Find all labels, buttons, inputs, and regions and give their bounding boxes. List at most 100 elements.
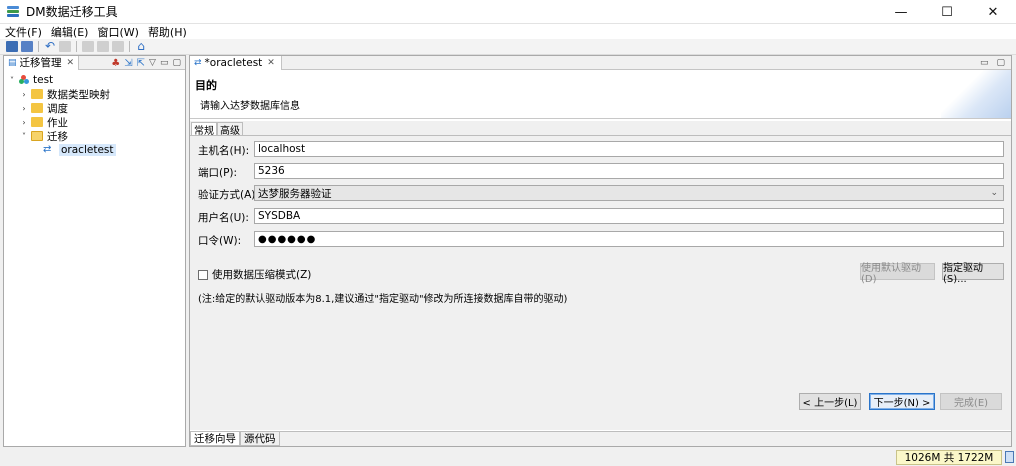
tree-item-label: 调度	[47, 102, 68, 115]
tree-item-label: 迁移	[47, 130, 68, 143]
view-toolbar: ♣ ⇲ ⇱ ▽ ▭ ▢	[111, 56, 181, 70]
undo-icon[interactable]: ↶	[44, 40, 56, 52]
tab-label: *oracletest	[204, 56, 263, 69]
compress-mode-checkbox[interactable]	[198, 269, 208, 280]
host-input[interactable]: localhost	[254, 141, 1004, 157]
migration-editor: ⇄ *oracletest ✕ ▭ ▢ 目的 请输入达梦数据库信息 常规 高级 …	[189, 55, 1012, 447]
window-title: DM数据迁移工具	[26, 5, 118, 19]
wizard-banner-image	[941, 70, 1011, 118]
migration-job-icon: ⇄	[194, 57, 202, 68]
compress-mode-label: 使用数据压缩模式(Z)	[212, 269, 312, 281]
app-icon	[6, 5, 20, 19]
redo-icon[interactable]	[59, 41, 71, 52]
tree-item-label: test	[33, 74, 54, 86]
driver-note: (注:给定的默认驱动版本为8.1,建议通过"指定驱动"修改为所连接数据库自带的驱…	[198, 294, 568, 305]
tree-item-job[interactable]: › 作业	[4, 115, 185, 129]
chevron-down-icon[interactable]: ˅	[19, 132, 29, 141]
back-button[interactable]: < 上一步(L)	[799, 393, 861, 410]
tab-migration-management[interactable]: ▤ 迁移管理 ✕	[4, 55, 80, 70]
title-bar: DM数据迁移工具 — ☐ ✕	[0, 0, 1016, 24]
cut-icon[interactable]	[82, 41, 94, 52]
folder-icon	[31, 89, 43, 99]
chevron-down-icon: ⌄	[990, 188, 998, 198]
tree-item-label: 作业	[47, 116, 68, 129]
auth-select[interactable]: 达梦服务器验证 ⌄	[254, 185, 1004, 201]
username-label: 用户名(U):	[198, 212, 249, 224]
save-all-icon[interactable]	[21, 41, 33, 52]
tree-view-icon: ▤	[8, 57, 17, 68]
migration-management-view: ▤ 迁移管理 ✕ ♣ ⇲ ⇱ ▽ ▭ ▢ ˅ test › 数据类型映射 › 调…	[3, 55, 186, 447]
tab-migration-wizard[interactable]: 迁移向导	[190, 432, 240, 446]
chevron-right-icon[interactable]: ›	[19, 118, 29, 127]
tab-oracletest[interactable]: ⇄ *oracletest ✕	[190, 55, 282, 70]
chevron-right-icon[interactable]: ›	[19, 104, 29, 113]
auth-select-value: 达梦服务器验证	[258, 187, 332, 200]
menu-window[interactable]: 窗口(W)	[92, 24, 142, 40]
minimize-view-icon[interactable]: ▭	[160, 58, 169, 68]
new-project-icon[interactable]: ♣	[111, 58, 120, 69]
trash-icon[interactable]	[1005, 451, 1014, 463]
password-label: 口令(W):	[198, 235, 242, 247]
wizard-description: 请输入达梦数据库信息	[200, 101, 300, 112]
tree-item-label: 数据类型映射	[47, 88, 110, 101]
tree-item-oracletest[interactable]: ⇄ oracletest	[4, 143, 185, 157]
compress-mode-checkbox-row[interactable]: 使用数据压缩模式(Z)	[198, 267, 311, 282]
copy-icon[interactable]	[97, 41, 109, 52]
maximize-button[interactable]: ☐	[924, 0, 970, 24]
toolbar-separator	[76, 41, 77, 52]
paste-icon[interactable]	[112, 41, 124, 52]
chevron-down-icon[interactable]: ˅	[7, 76, 17, 85]
maximize-view-icon[interactable]: ▢	[996, 58, 1005, 68]
wizard-title: 目的	[195, 79, 217, 92]
tab-advanced[interactable]: 高级	[217, 122, 243, 137]
menu-file[interactable]: 文件(F)	[0, 24, 46, 40]
finish-button[interactable]: 完成(E)	[940, 393, 1002, 410]
folder-open-icon	[31, 131, 43, 141]
migration-tree: ˅ test › 数据类型映射 › 调度 › 作业 ˅ 迁移 ⇄ oraclet…	[4, 70, 185, 157]
tree-item-migration[interactable]: ˅ 迁移	[4, 129, 185, 143]
folder-icon	[31, 117, 43, 127]
status-bar: 1026M 共 1722M	[0, 449, 1016, 466]
close-icon[interactable]: ✕	[267, 58, 275, 68]
next-button[interactable]: 下一步(N) >	[869, 393, 935, 410]
specify-driver-button[interactable]: 指定驱动(S)...	[942, 263, 1004, 285]
menu-edit[interactable]: 编辑(E)	[46, 24, 93, 40]
password-input[interactable]: ●●●●●●	[254, 231, 1004, 247]
window-controls: — ☐ ✕	[878, 0, 1016, 24]
view-menu-icon[interactable]: ▽	[149, 58, 156, 68]
view-tabbar: ▤ 迁移管理 ✕ ♣ ⇲ ⇱ ▽ ▭ ▢	[4, 55, 185, 70]
port-input[interactable]: 5236	[254, 163, 1004, 179]
tab-label: 迁移管理	[19, 57, 62, 69]
toolbar: ↶ ⌂	[0, 39, 1016, 55]
wizard-header: 目的 请输入达梦数据库信息	[190, 70, 1011, 119]
minimize-view-icon[interactable]: ▭	[980, 58, 989, 68]
save-icon[interactable]	[6, 41, 18, 52]
chevron-right-icon[interactable]: ›	[19, 90, 29, 99]
username-input[interactable]: SYSDBA	[254, 208, 1004, 224]
toolbar-separator	[129, 41, 130, 52]
tree-item-label: oracletest	[59, 144, 116, 156]
tree-item-schedule[interactable]: › 调度	[4, 101, 185, 115]
import-icon[interactable]: ⇲	[124, 58, 132, 69]
editor-controls: ▭ ▢	[980, 56, 1005, 70]
menu-help[interactable]: 帮助(H)	[143, 24, 191, 40]
tab-general[interactable]: 常规	[191, 122, 217, 137]
general-panel: 主机名(H): localhost 端口(P): 5236 验证方式(A): 达…	[190, 135, 1011, 430]
project-icon	[19, 75, 29, 85]
export-icon[interactable]: ⇱	[137, 58, 145, 69]
menu-bar: 文件(F) 编辑(E) 窗口(W) 帮助(H)	[0, 24, 1016, 39]
auth-label: 验证方式(A):	[198, 189, 259, 201]
migration-job-icon: ⇄	[43, 144, 52, 155]
close-button[interactable]: ✕	[970, 0, 1016, 24]
editor-bottom-tabs: 迁移向导 源代码	[190, 431, 1011, 446]
maximize-view-icon[interactable]: ▢	[172, 58, 181, 68]
close-icon[interactable]: ✕	[67, 58, 75, 68]
port-label: 端口(P):	[198, 167, 238, 179]
tab-source-code[interactable]: 源代码	[240, 432, 280, 446]
host-label: 主机名(H):	[198, 145, 250, 157]
use-default-driver-button[interactable]: 使用默认驱动(D)	[860, 263, 935, 285]
home-icon[interactable]: ⌂	[135, 40, 147, 52]
tree-item-test[interactable]: ˅ test	[4, 73, 185, 87]
tree-item-type-mapping[interactable]: › 数据类型映射	[4, 87, 185, 101]
minimize-button[interactable]: —	[878, 0, 924, 24]
